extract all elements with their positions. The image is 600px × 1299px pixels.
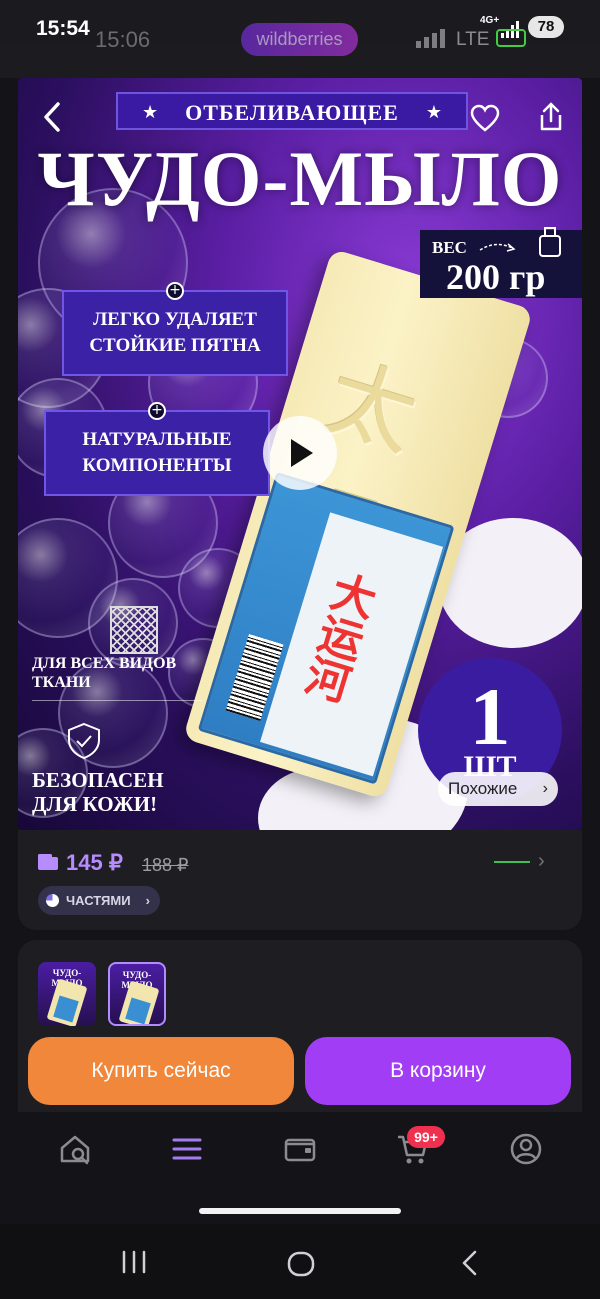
app-root: 15:54 4G+ 78 15:06 wildberries LTE 太运	[0, 0, 600, 1299]
system-navigation-bar	[0, 1224, 600, 1299]
home-search-icon[interactable]	[58, 1132, 92, 1166]
weight-arrow-icon	[479, 243, 516, 252]
back-icon[interactable]	[458, 1248, 482, 1278]
feature-text: ЛЕГКО УДАЛЯЕТ СТОЙКИЕ ПЯТНА	[89, 309, 261, 356]
favorite-heart-icon[interactable]	[470, 104, 500, 132]
product-promo-title: ЧУДО-МЫЛО	[37, 135, 563, 222]
whitening-banner: ★ ОТБЕЛИВАЮЩЕЕ ★	[116, 92, 468, 130]
system-time: 15:54	[36, 17, 90, 40]
home-icon[interactable]	[286, 1250, 316, 1278]
play-video-button[interactable]	[263, 416, 337, 490]
recent-apps-icon[interactable]	[118, 1248, 150, 1276]
gallery-thumbnail[interactable]: ЧУДО-МЫЛО	[38, 962, 96, 1026]
divider	[32, 700, 202, 701]
gallery-thumbnail-selected[interactable]: ЧУДО-МЫЛО	[108, 962, 166, 1026]
store-pill: wildberries	[241, 23, 358, 56]
installments-icon	[46, 894, 59, 907]
safe-text: БЕЗОПАСЕН ДЛЯ КОЖИ!	[32, 768, 164, 816]
network-type: 4G+	[480, 15, 500, 26]
soap-bottle-icon	[539, 227, 561, 257]
catalog-menu-icon[interactable]	[170, 1132, 204, 1166]
app-battery-icon	[496, 29, 526, 47]
weight-value: 200 гр	[446, 257, 546, 297]
battery-indicator: 78	[528, 16, 564, 38]
chevron-right-icon: ›	[145, 893, 150, 908]
price-indicator-line	[494, 861, 530, 863]
feature-stain-removal: ЛЕГКО УДАЛЯЕТ СТОЙКИЕ ПЯТНА	[62, 290, 288, 376]
similar-products-button[interactable]: Похожие ›	[438, 772, 558, 806]
buy-now-button[interactable]: Купить сейчас	[28, 1037, 294, 1105]
home-indicator[interactable]	[199, 1208, 401, 1214]
banner-text: ОТБЕЛИВАЮЩЕЕ	[185, 100, 399, 125]
similar-label: Похожие	[448, 779, 518, 798]
fabric-icon	[110, 606, 158, 654]
plus-icon: +	[148, 402, 166, 420]
fabric-text: ДЛЯ ВСЕХ ВИДОВ ТКАНИ	[32, 655, 177, 691]
old-price: 188 ₽	[142, 855, 189, 875]
play-icon	[291, 439, 313, 467]
chevron-right-icon[interactable]: ›	[538, 850, 545, 873]
product-image[interactable]: 太运 大运河 ★ ОТБЕЛИВАЮЩЕЕ ★ ЧУДО-МЫЛО ВЕС 20…	[18, 78, 582, 830]
profile-icon[interactable]	[509, 1132, 543, 1166]
feature-natural: НАТУРАЛЬНЫЕ КОМПОНЕНТЫ	[44, 410, 270, 496]
price-card: 145 ₽ 188 ₽ › ЧАСТЯМИ ›	[18, 830, 582, 930]
app-signal-icon	[416, 29, 445, 48]
shield-icon	[68, 722, 100, 760]
cart-count-badge: 99+	[407, 1126, 445, 1148]
app-network: LTE	[456, 29, 490, 50]
plus-icon: +	[166, 282, 184, 300]
installments-label: ЧАСТЯМИ	[66, 893, 131, 908]
back-arrow-icon[interactable]	[40, 100, 64, 134]
chevron-right-icon: ›	[542, 780, 548, 797]
app-time: 15:06	[95, 27, 151, 52]
weight-box: ВЕС 200 гр	[420, 227, 582, 298]
installments-button[interactable]: ЧАСТЯМИ ›	[38, 886, 160, 915]
current-price: 145 ₽	[66, 850, 123, 875]
weight-label: ВЕС	[432, 238, 467, 257]
wallet-icon	[38, 854, 58, 870]
share-icon[interactable]	[538, 102, 564, 132]
wallet-tab-icon[interactable]	[283, 1132, 317, 1166]
add-to-cart-button[interactable]: В корзину	[305, 1037, 571, 1105]
star-icon: ★	[425, 102, 442, 122]
feature-text: НАТУРАЛЬНЫЕ КОМПОНЕНТЫ	[82, 429, 232, 476]
